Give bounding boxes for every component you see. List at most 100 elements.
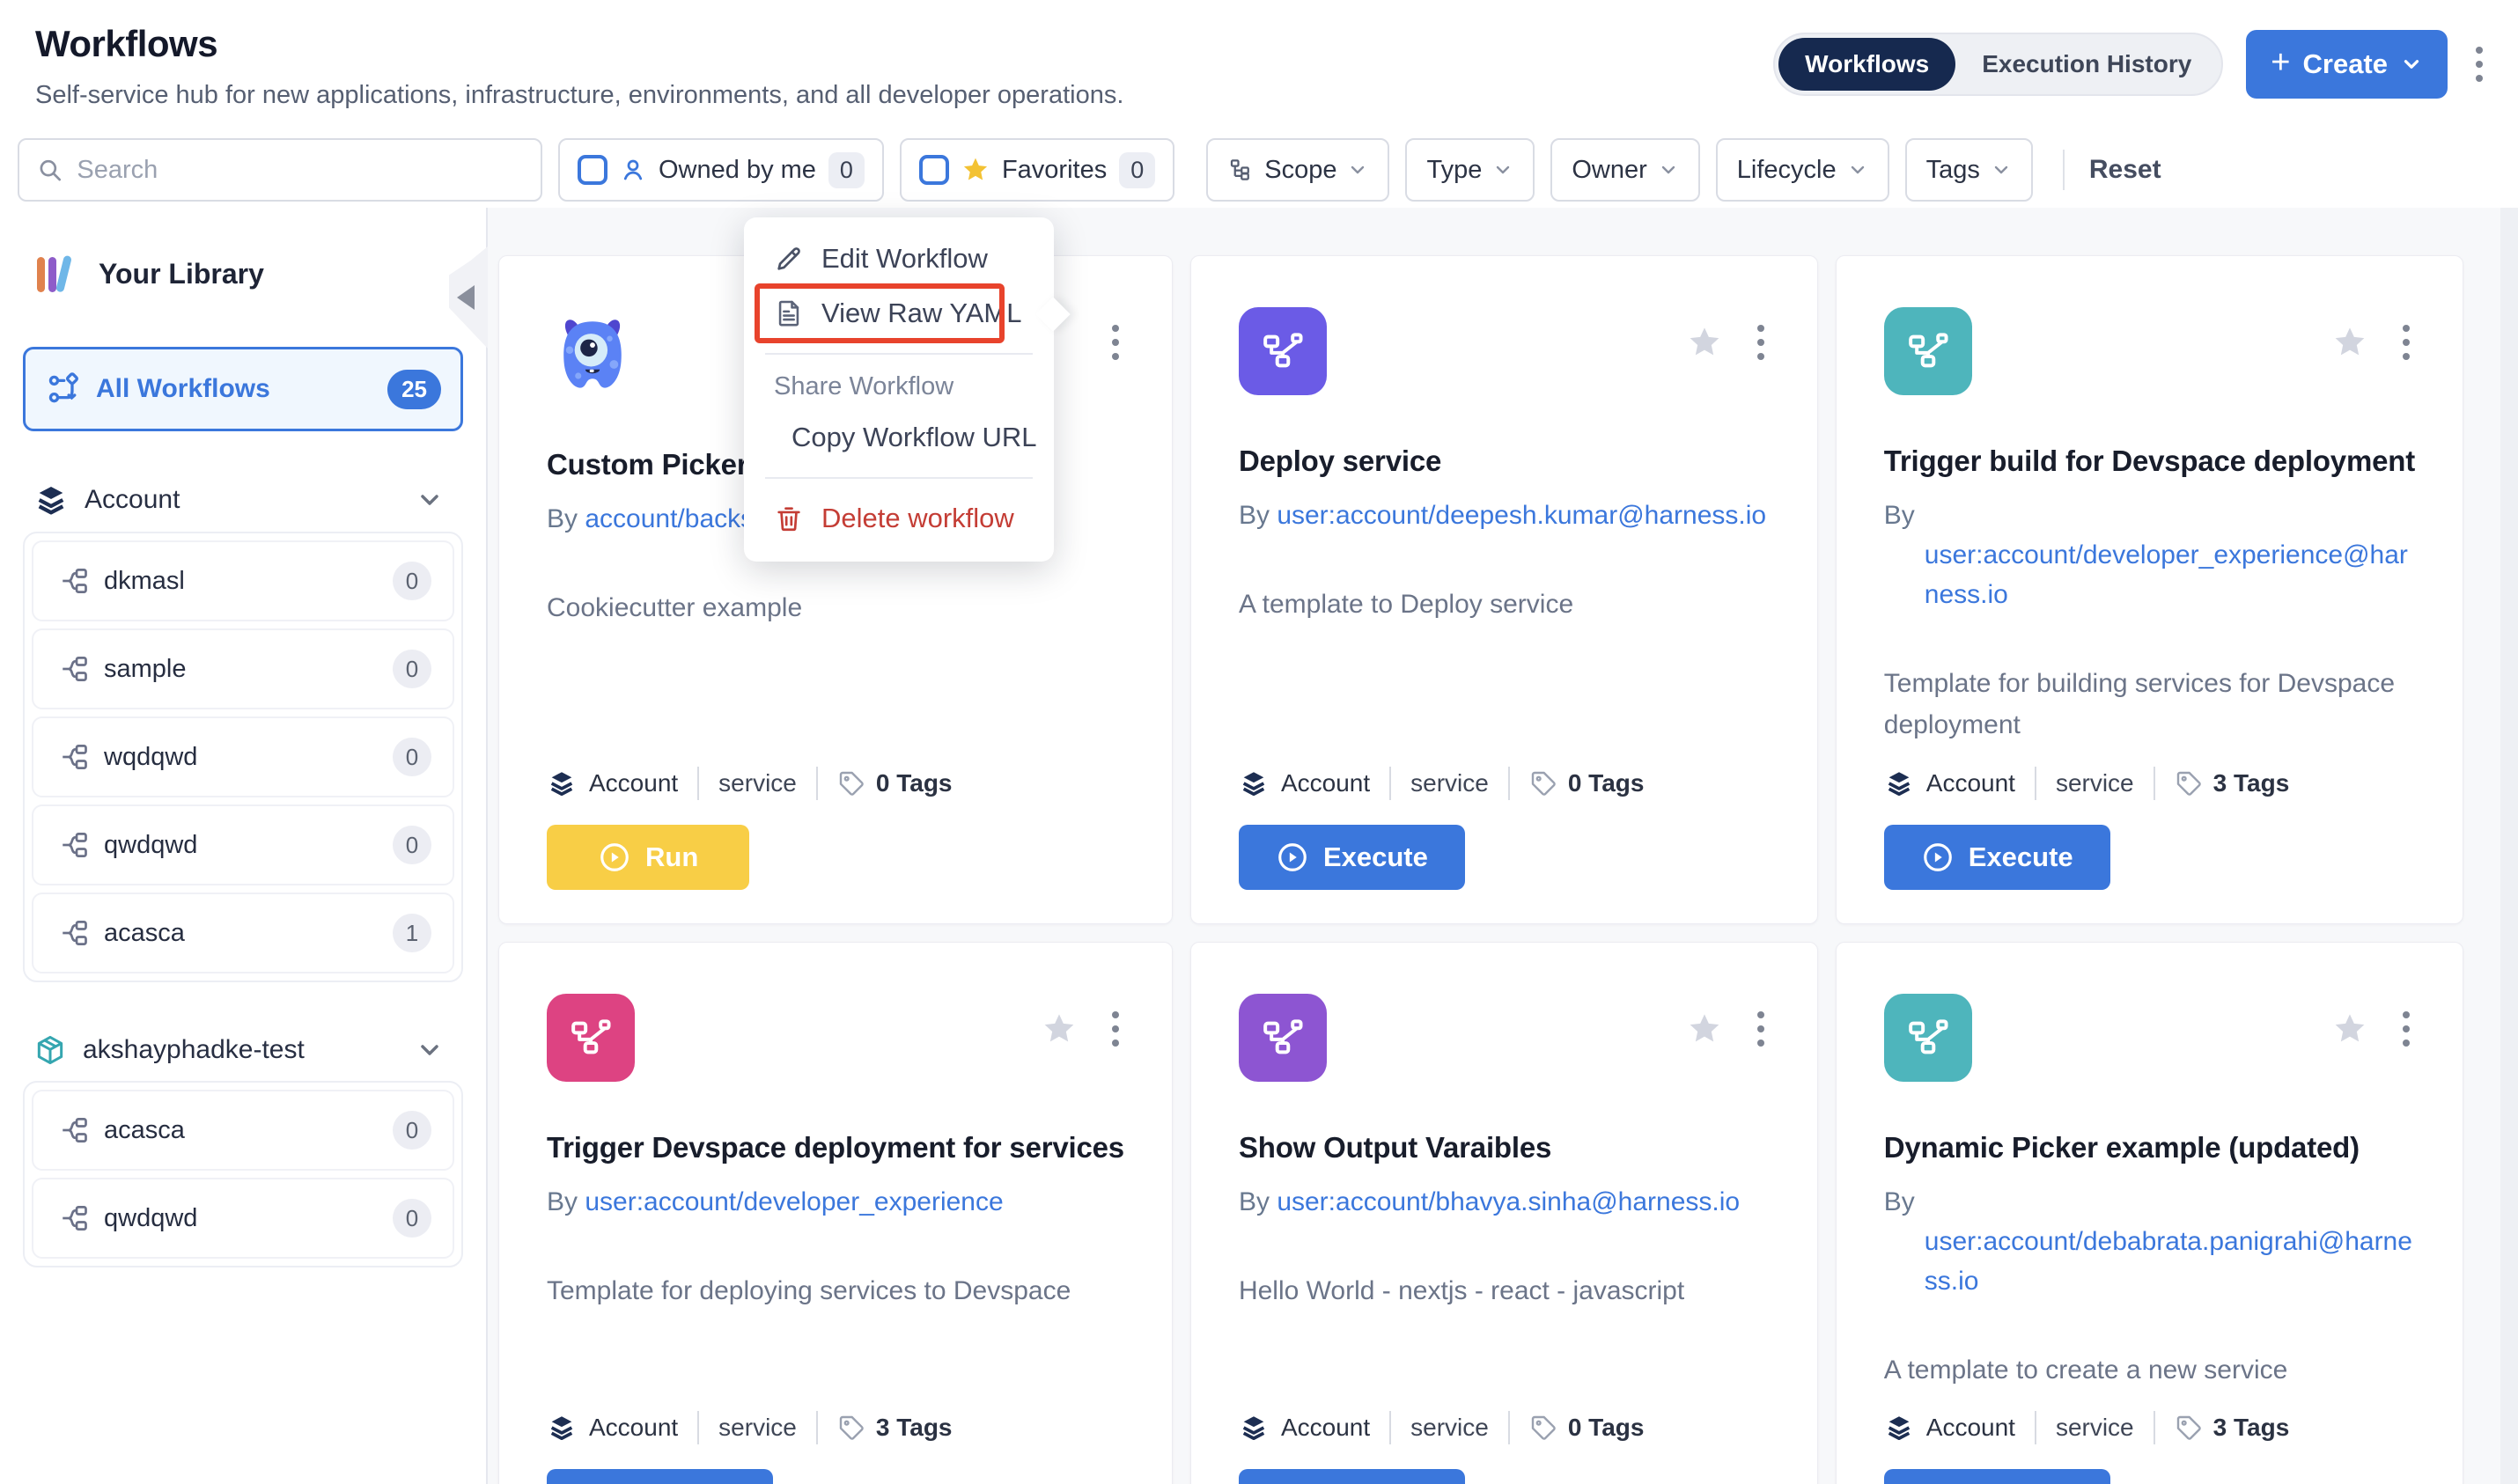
card-more-menu-icon[interactable] (2397, 1006, 2415, 1052)
owned-by-me-count: 0 (828, 152, 865, 188)
owner-link[interactable]: user:account/deepesh.kumar@harness.io (1277, 501, 1766, 530)
item-count-badge: 0 (393, 1111, 431, 1150)
card-more-menu-icon[interactable] (2397, 320, 2415, 365)
menu-item-delete-workflow[interactable]: Delete workflow (744, 491, 1054, 546)
workflow-card-dynamic-picker[interactable]: Dynamic Picker example (updated) By user… (1836, 942, 2463, 1484)
item-count-badge: 0 (393, 826, 431, 864)
sidebar-item-sample[interactable]: sample 0 (32, 628, 454, 709)
search-box[interactable] (18, 138, 542, 202)
owner-link[interactable]: account/backs (585, 504, 754, 533)
menu-item-view-raw-yaml[interactable]: View Raw YAML (744, 286, 1054, 341)
cube-icon (33, 1033, 67, 1067)
hierarchy-icon (1227, 157, 1254, 183)
header-more-menu-icon[interactable] (2470, 41, 2488, 87)
card-scope: Account (1926, 769, 2015, 797)
favorite-star-icon[interactable] (1687, 1011, 1722, 1047)
execute-button[interactable]: Execute (1884, 1469, 2110, 1484)
section-akshayphadke-items: acasca 0 qwdqwd 0 (23, 1081, 463, 1267)
tab-workflows[interactable]: Workflows (1778, 38, 1955, 91)
card-more-menu-icon[interactable] (1752, 320, 1770, 365)
library-sidebar: Your Library All Workflows 25 Account dk… (0, 208, 488, 1484)
filter-bar: Owned by me 0 Favorites 0 Scope Type Own… (0, 132, 2518, 208)
lifecycle-dropdown[interactable]: Lifecycle (1716, 138, 1889, 202)
tag-icon (2175, 769, 2203, 797)
reset-filters-link[interactable]: Reset (2089, 155, 2161, 185)
menu-section-share: Share Workflow (744, 367, 1054, 410)
owned-by-me-filter[interactable]: Owned by me 0 (558, 138, 884, 202)
favorite-star-icon[interactable] (2332, 325, 2367, 360)
sidebar-item-label: qwdqwd (104, 1204, 197, 1233)
chevron-down-icon (1492, 159, 1513, 180)
sidebar-item-label: qwdqwd (104, 831, 197, 860)
card-owner: By user:account/bhavya.sinha@harness.io (1239, 1182, 1770, 1222)
sidebar-item-label: acasca (104, 919, 185, 948)
sidebar-item-qwdqwd-2[interactable]: qwdqwd 0 (32, 1178, 454, 1259)
chevron-down-icon (416, 486, 444, 514)
workflow-card-trigger-build[interactable]: Trigger build for Devspace deployment By… (1836, 255, 2463, 924)
favorites-checkbox[interactable] (919, 155, 949, 185)
favorite-star-icon[interactable] (1687, 325, 1722, 360)
menu-item-edit-workflow[interactable]: Edit Workflow (744, 231, 1054, 286)
workflow-card-show-output[interactable]: Show Output Varaibles By user:account/bh… (1190, 942, 1818, 1484)
pencil-icon (774, 244, 804, 274)
card-scope: Account (1281, 769, 1370, 797)
chevron-down-icon (1847, 159, 1868, 180)
create-button[interactable]: + Create (2246, 30, 2448, 99)
execute-button[interactable]: Execute (547, 1469, 773, 1484)
scrollbar-track[interactable] (2500, 208, 2518, 1484)
star-icon (961, 156, 990, 184)
owner-dropdown[interactable]: Owner (1550, 138, 1699, 202)
chevron-down-icon (416, 1036, 444, 1064)
by-prefix: By (1239, 501, 1270, 530)
type-dropdown[interactable]: Type (1405, 138, 1535, 202)
layers-icon (1884, 1413, 1914, 1443)
run-button[interactable]: Run (547, 825, 749, 890)
owner-link[interactable]: user:account/debabrata.panigrahi@harness… (1925, 1227, 2412, 1296)
card-title: Dynamic Picker example (updated) (1884, 1131, 2415, 1164)
sidebar-item-acasca-2[interactable]: acasca 0 (32, 1090, 454, 1171)
card-more-menu-icon[interactable] (1107, 320, 1124, 365)
card-more-menu-icon[interactable] (1107, 1006, 1124, 1052)
owner-link[interactable]: user:account/developer_experience (585, 1187, 1003, 1216)
owner-link[interactable]: user:account/developer_experience@harnes… (1925, 540, 2408, 609)
tags-dropdown[interactable]: Tags (1905, 138, 2033, 202)
tab-execution-history[interactable]: Execution History (1955, 38, 2218, 91)
owner-link[interactable]: user:account/bhavya.sinha@harness.io (1277, 1187, 1740, 1216)
sidebar-item-all-workflows[interactable]: All Workflows 25 (23, 347, 463, 431)
card-footer: Account service 0 Tags (1239, 1411, 1770, 1469)
sidebar-section-akshayphadke-test[interactable]: akshayphadke-test (33, 1033, 456, 1067)
menu-item-copy-workflow-url[interactable]: Copy Workflow URL (744, 410, 1054, 465)
execute-button[interactable]: Execute (1239, 1469, 1465, 1484)
sidebar-item-acasca[interactable]: acasca 1 (32, 893, 454, 973)
favorites-filter[interactable]: Favorites 0 (900, 138, 1174, 202)
sidebar-section-account[interactable]: Account (33, 482, 456, 518)
sidebar-item-qwdqwd[interactable]: qwdqwd 0 (32, 804, 454, 885)
workflow-tile-icon (1239, 994, 1327, 1082)
workflow-tree-icon (58, 829, 90, 861)
scope-dropdown-label: Scope (1264, 156, 1336, 185)
run-button-label: Run (645, 841, 698, 873)
card-footer: Account service 3 Tags (1884, 767, 2415, 825)
sidebar-item-wqdqwd[interactable]: wqdqwd 0 (32, 716, 454, 797)
scope-dropdown[interactable]: Scope (1206, 138, 1389, 202)
search-input[interactable] (77, 156, 523, 185)
sidebar-item-dkmasl[interactable]: dkmasl 0 (32, 540, 454, 621)
execute-button[interactable]: Execute (1239, 825, 1465, 890)
workflow-card-trigger-devspace[interactable]: Trigger Devspace deployment for services… (498, 942, 1173, 1484)
card-tags: 3 Tags (2213, 769, 2290, 797)
card-more-menu-icon[interactable] (1752, 1006, 1770, 1052)
library-title: Your Library (99, 258, 264, 290)
favorite-star-icon[interactable] (1042, 1011, 1077, 1047)
card-title: Show Output Varaibles (1239, 1131, 1770, 1164)
tag-icon (2175, 1414, 2203, 1442)
owned-by-me-checkbox[interactable] (578, 155, 607, 185)
card-description: Template for building services for Devsp… (1884, 664, 2415, 746)
by-prefix: By (1884, 501, 1915, 530)
execute-button[interactable]: Execute (1884, 825, 2110, 890)
layers-icon (1884, 768, 1914, 798)
layers-icon (1239, 768, 1269, 798)
card-description: Hello World - nextjs - react - javascrip… (1239, 1271, 1770, 1312)
favorite-star-icon[interactable] (2332, 1011, 2367, 1047)
workflow-card-deploy-service[interactable]: Deploy service By user:account/deepesh.k… (1190, 255, 1818, 924)
card-owner: By user:account/developer_experience (547, 1182, 1124, 1222)
